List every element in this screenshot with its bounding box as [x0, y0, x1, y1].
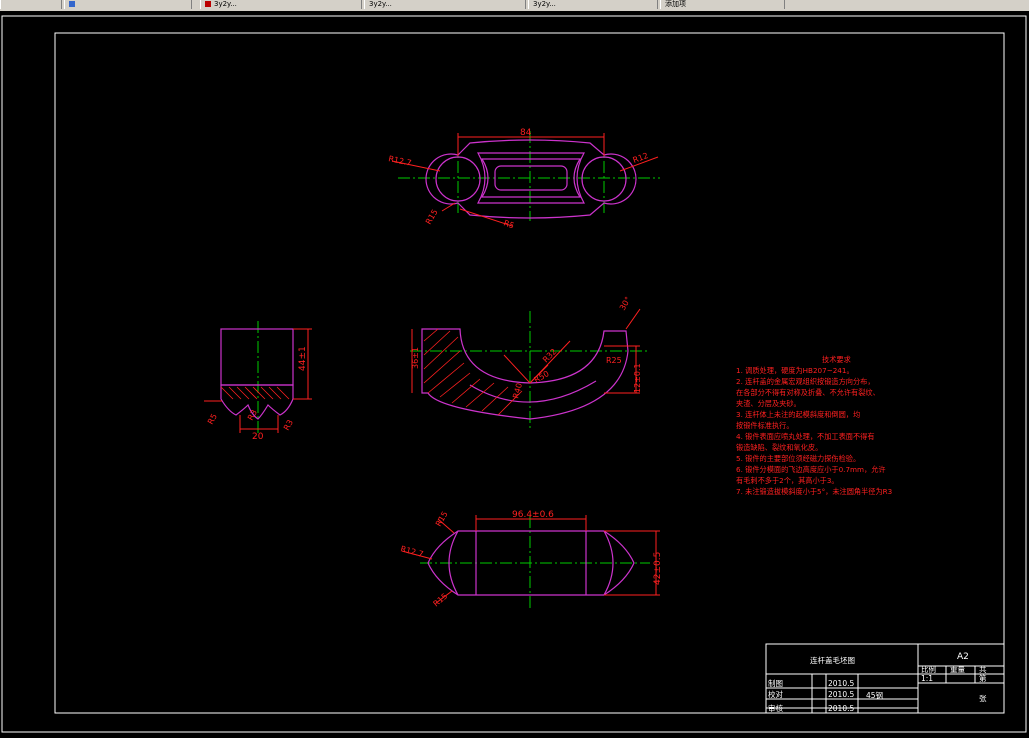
dim-bottom-r12-7: R12.7 [399, 544, 424, 559]
tab-bar: 3y2y... 3y2y... 3y2y... 添加项 [0, 0, 1029, 11]
sheet-label: 第 [979, 673, 987, 683]
dim-36: 36±1 [411, 347, 420, 369]
drawing-canvas[interactable]: 84 R12.7 R12 R15 R5 44±1 20 R5 R3 R3 36±… [0, 11, 1029, 734]
dim-84: 84 [520, 128, 532, 138]
role-approved: 审核 [768, 703, 783, 713]
top-view: 84 R12.7 R12 R15 R5 [388, 128, 660, 231]
tech-req-line: 3. 连杆体上未注的起模斜度和倒圆，均 [736, 410, 860, 419]
side-view-body [220, 328, 294, 386]
tech-req-line: 5. 锻件的主要部位须经磁力探伤检验。 [736, 454, 860, 463]
dim-96: 96.4±0.6 [512, 510, 554, 520]
dim-bottom-r15a: R15 [434, 510, 450, 528]
tab-4[interactable]: 3y2y... [528, 0, 658, 9]
side-view: 44±1 20 R5 R3 R3 [204, 321, 312, 442]
material: 45钢 [866, 690, 883, 700]
dim-r12: R12 [632, 151, 650, 165]
dim-44: 44±1 [298, 346, 308, 371]
dim-r32: R32 [541, 347, 559, 365]
role-drawn: 制图 [768, 678, 783, 688]
dim-r15: R15 [424, 208, 440, 226]
dim-30deg: 30° [618, 295, 633, 312]
dim-r12-7: R12.7 [388, 154, 413, 168]
tech-req-line: 7. 未注锻造拔模斜度小于5°，未注圆角半径为R3 [736, 487, 892, 496]
dim-r25: R25 [606, 356, 622, 365]
dim-side-r5: R5 [206, 412, 219, 426]
tab-2[interactable]: 3y2y... [200, 0, 362, 9]
front-view: 36±1 R40 R32 R50 R25 12±0.1 30° [410, 295, 650, 431]
drawing-icon [205, 1, 211, 7]
bottom-view: 96.4±0.6 42±0.5 R12.7 R15 R15 [399, 510, 663, 611]
tech-req-line: 夹渣、分层及夹砂。 [736, 399, 801, 408]
date-checked: 2010.5 [828, 690, 854, 699]
front-view-outline [421, 328, 629, 420]
document-icon [69, 1, 75, 7]
outer-border [1, 15, 1027, 733]
dim-42: 42±0.5 [653, 552, 663, 585]
dim-12: 12±0.1 [633, 363, 642, 393]
tech-req-line: 有毛刺不多于2个，其高小于3。 [736, 476, 839, 485]
weight-label: 重量 [950, 665, 965, 674]
section-hatch [423, 328, 523, 416]
role-checked: 校对 [768, 689, 783, 699]
tech-req-line: 2. 连杆盖的金属宏观组织按锻造方向分布， [736, 377, 875, 386]
part-name: 连杆盖毛坯图 [810, 655, 855, 665]
dim-side-r3a: R3 [246, 408, 259, 422]
dim-bottom-r15b: R15 [432, 592, 450, 609]
date-drawn: 2010.5 [828, 679, 854, 688]
date-approved: 2010.5 [828, 704, 854, 713]
dim-r40: R40 [511, 382, 524, 400]
tech-req-line: 锻造缺陷、裂纹和氧化皮。 [736, 443, 822, 452]
dim-20: 20 [252, 432, 264, 442]
tab-0[interactable] [0, 0, 62, 9]
dim-side-r3b: R3 [282, 418, 295, 432]
tech-req-line: 4. 锻件表面应喷丸处理，不加工表面不得有 [736, 432, 875, 441]
scale-label: 比例 [921, 664, 936, 674]
sheet-unit: 张 [979, 694, 987, 703]
tab-3[interactable]: 3y2y... [364, 0, 526, 9]
tab-5[interactable]: 添加项 [660, 0, 785, 9]
sheet-size: A2 [957, 652, 969, 662]
tech-req-line: 在各部分不得有对称及折叠、不允许有裂纹、 [736, 388, 880, 397]
qty-label: 共 [979, 665, 987, 674]
tab-1[interactable] [64, 0, 192, 9]
dim-r5: R5 [502, 218, 515, 230]
tech-req-line: 6. 锻件分模面的飞边高度应小于0.7mm，允许 [736, 465, 886, 474]
tech-req-line: 1. 调质处理，硬度为HB207~241。 [736, 366, 854, 375]
tech-req-line: 按锻件标准执行。 [736, 421, 794, 430]
scale-value: 1:1 [921, 674, 933, 683]
tech-req-title: 技术要求 [822, 355, 851, 364]
technical-requirements: 技术要求 1. 调质处理，硬度为HB207~241。 2. 连杆盖的金属宏观组织… [736, 355, 892, 496]
